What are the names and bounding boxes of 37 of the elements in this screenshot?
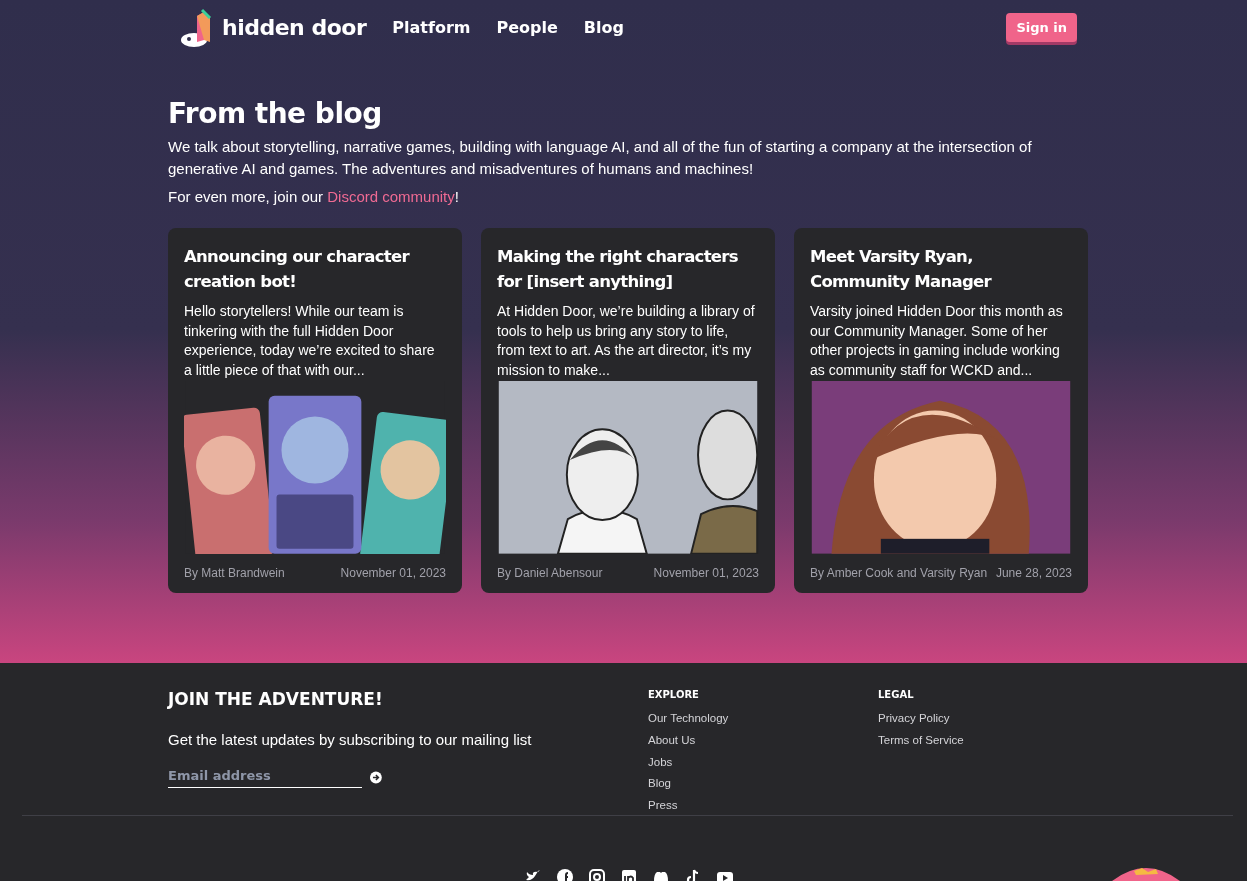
nav-link[interactable]: Blog (583, 18, 624, 37)
footer-link[interactable]: Terms of Service (878, 734, 1108, 750)
post-author: By Matt Brandwein (184, 566, 285, 581)
post-title[interactable]: Announcing our character creation bot! (184, 244, 446, 294)
post-excerpt: Varsity joined Hidden Door this month as our Community Manager. Some of her other projects in gaming include working as community staff for WCKD and... (810, 302, 1064, 380)
post-date: November 01, 2023 (653, 566, 759, 581)
footer-link[interactable]: About Us (648, 733, 878, 750)
logo-text[interactable]: hidden door (222, 15, 367, 40)
footer-column-heading: EXPLORE (648, 689, 700, 700)
post-title[interactable]: Making the right characters for [insert anything] (497, 244, 759, 294)
post-title[interactable]: Meet Varsity Ryan, Community Manager (810, 244, 1072, 294)
footer-link[interactable]: Jobs (648, 755, 878, 772)
instagram-icon[interactable] (587, 868, 607, 881)
footer-link[interactable]: Press (648, 799, 878, 815)
page-title: From the blog (168, 97, 383, 130)
footer-link[interactable]: Our Technology (648, 712, 878, 728)
newsletter-subtitle: Get the latest updates by subscribing to our mailing list (168, 731, 533, 748)
post-excerpt: Hello storytellers! While our team is tinkering with the full Hidden Door experience, today we’re excited to share a little piece of that with our... (184, 302, 436, 380)
nav-link[interactable]: People (496, 18, 558, 37)
blog-description: We talk about storytelling, narrative games, building with language AI, and all of the fun of starting a company at the intersection of generative AI and games. The adventures and misadventures of humans and machines! (168, 137, 1033, 179)
post-author: By Amber Cook and Varsity Ryan (810, 566, 988, 581)
post-excerpt: At Hidden Door, we’re building a library of tools to help us bring any story to life, from text to art. As the art director, it’s my mission to make... (497, 302, 756, 380)
newsletter-heading: JOIN THE ADVENTURE! (168, 689, 384, 709)
post-author: By Daniel Abensour (497, 566, 603, 581)
nav-link[interactable]: Platform (392, 18, 471, 37)
linkedin-icon[interactable] (619, 868, 639, 881)
footer-column-heading: LEGAL (878, 689, 915, 700)
facebook-icon[interactable] (555, 868, 575, 881)
discord-link[interactable]: Discord community (327, 188, 455, 205)
post-date: June 28, 2023 (995, 566, 1072, 581)
submit-arrow-icon[interactable] (370, 770, 382, 784)
post-date: November 01, 2023 (340, 566, 446, 581)
mascot-drawing (1112, 868, 1180, 881)
footer-link[interactable]: Privacy Policy (878, 712, 1108, 728)
footer-link[interactable]: Blog (648, 777, 878, 794)
email-field[interactable]: Email address (168, 766, 363, 788)
discord-invite-text: For even more, join our Discord community! (168, 187, 460, 207)
